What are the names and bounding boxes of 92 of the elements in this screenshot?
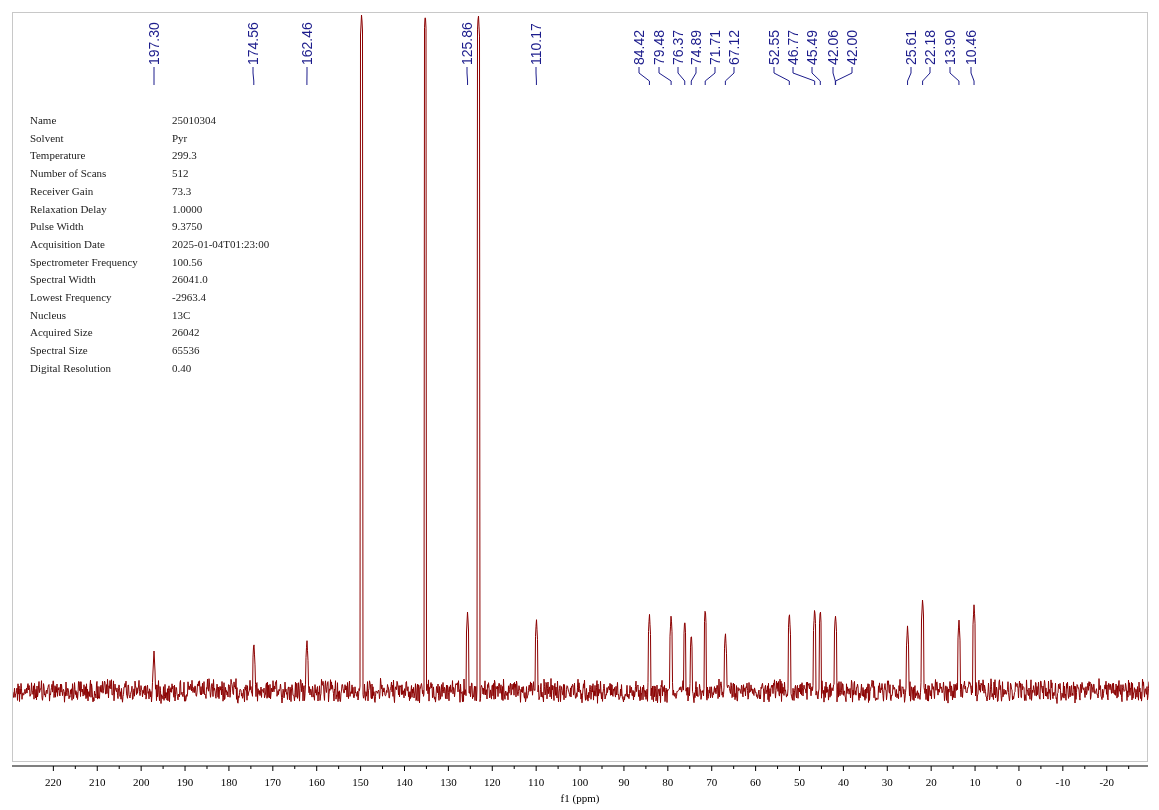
tick-label: 180 bbox=[220, 776, 238, 788]
peak-label: 84.42 bbox=[631, 29, 647, 65]
tick-label: 190 bbox=[176, 776, 194, 788]
parameter-value: 299.3 bbox=[172, 148, 198, 164]
leader-line bbox=[773, 66, 790, 86]
axis-title: f1 (ppm) bbox=[560, 792, 600, 804]
peak-label: 174.56 bbox=[245, 22, 261, 65]
peak-label: 67.12 bbox=[726, 29, 742, 65]
leader-line bbox=[658, 66, 672, 86]
parameter-name: Spectrometer Frequency bbox=[30, 254, 139, 270]
tick-label: 130 bbox=[440, 776, 457, 788]
peak-label: 110.17 bbox=[528, 23, 544, 65]
tick-label: 0 bbox=[1016, 776, 1022, 788]
parameter-value: 100.56 bbox=[172, 254, 204, 270]
tick-label: 10 bbox=[969, 776, 981, 788]
parameter-name: Receiver Gain bbox=[30, 183, 95, 199]
leader-line bbox=[153, 66, 155, 86]
parameter-name: Pulse Width bbox=[30, 219, 85, 234]
tick-label: 110 bbox=[528, 776, 545, 788]
parameter-value: 512 bbox=[172, 166, 190, 181]
parameter-value: 25010304 bbox=[172, 113, 217, 128]
parameter-value: 26041.0 bbox=[172, 272, 209, 288]
parameter-value: 13C bbox=[172, 307, 192, 323]
parameter-name: Acquisition Date bbox=[30, 236, 106, 252]
parameter-name: Number of Scans bbox=[30, 166, 108, 181]
peak-label: 125.86 bbox=[459, 22, 475, 65]
leader-line bbox=[949, 66, 960, 86]
peak-label: 13.90 bbox=[942, 29, 958, 65]
parameter-value: 26042 bbox=[172, 325, 201, 341]
leader-line bbox=[922, 66, 931, 86]
tick-label: 120 bbox=[484, 776, 501, 788]
peak-label: 197.30 bbox=[146, 22, 162, 65]
parameter-value: 1.0000 bbox=[172, 201, 204, 217]
parameter-value: 2025-01-04T01:23:00 bbox=[172, 236, 270, 252]
leader-line bbox=[724, 66, 735, 86]
parameter-name: Name bbox=[30, 113, 58, 128]
parameter-value: Pyr bbox=[172, 130, 189, 146]
parameter-value: 9.3750 bbox=[172, 219, 204, 234]
tick-label: 60 bbox=[750, 776, 762, 788]
tick-label: 30 bbox=[881, 776, 893, 788]
peak-label: 79.48 bbox=[651, 29, 667, 65]
peak-label: 74.89 bbox=[688, 29, 704, 65]
tick-label: 220 bbox=[45, 776, 62, 788]
tick-label: 170 bbox=[264, 776, 282, 788]
parameter-name: Temperature bbox=[30, 148, 87, 164]
parameter-name: Digital Resolution bbox=[30, 360, 112, 376]
parameter-name: Acquired Size bbox=[30, 325, 94, 341]
leader-line bbox=[690, 66, 697, 86]
tick-label: 200 bbox=[132, 776, 150, 788]
tick-label: -10 bbox=[1055, 776, 1071, 788]
tick-label: 20 bbox=[925, 776, 937, 788]
tick-label: 160 bbox=[308, 776, 325, 788]
parameter-name: Spectral Width bbox=[30, 272, 97, 288]
peak-label: 52.55 bbox=[766, 29, 782, 65]
parameter-name: Lowest Frequency bbox=[30, 290, 113, 305]
peak-label: 45.49 bbox=[804, 29, 820, 65]
parameter-value: 0.40 bbox=[172, 360, 193, 376]
peak-label: 162.46 bbox=[299, 22, 315, 65]
tick-label: 80 bbox=[662, 776, 674, 788]
parameter-name: Nucleus bbox=[30, 307, 68, 323]
tick-label: 40 bbox=[837, 776, 849, 788]
tick-label: 210 bbox=[89, 776, 106, 788]
parameter-name: Relaxation Delay bbox=[30, 201, 108, 217]
leader-line bbox=[306, 66, 308, 86]
tick-label: 90 bbox=[618, 776, 630, 788]
peak-label: 76.37 bbox=[670, 29, 686, 65]
peak-label: 42.00 bbox=[844, 29, 860, 65]
peak-label: 71.71 bbox=[707, 29, 723, 65]
peak-label: 10.46 bbox=[963, 29, 979, 65]
leader-line bbox=[970, 66, 975, 86]
parameter-value: -2963.4 bbox=[172, 290, 207, 305]
tick-label: 50 bbox=[794, 776, 805, 788]
leader-line bbox=[466, 66, 469, 86]
parameter-name: Spectral Size bbox=[30, 343, 89, 358]
peak-label: 42.06 bbox=[825, 29, 841, 65]
peak-label: 22.18 bbox=[922, 29, 938, 65]
tick-label: 140 bbox=[396, 776, 413, 788]
leader-line bbox=[252, 66, 255, 86]
leader-line bbox=[907, 66, 912, 86]
parameter-value: 73.3 bbox=[172, 183, 193, 199]
tick-label: 70 bbox=[706, 776, 718, 788]
parameter-name: Solvent bbox=[30, 130, 65, 146]
peak-label: 25.61 bbox=[903, 29, 919, 65]
leader-line bbox=[535, 66, 537, 86]
peak-label: 46.77 bbox=[785, 29, 801, 65]
parameter-value: 65536 bbox=[172, 343, 201, 358]
tick-label: 100 bbox=[571, 776, 589, 788]
tick-label: -20 bbox=[1099, 776, 1115, 788]
tick-label: 150 bbox=[352, 776, 369, 788]
leader-line bbox=[638, 66, 650, 86]
leader-line bbox=[677, 66, 686, 86]
leader-line bbox=[704, 66, 716, 86]
